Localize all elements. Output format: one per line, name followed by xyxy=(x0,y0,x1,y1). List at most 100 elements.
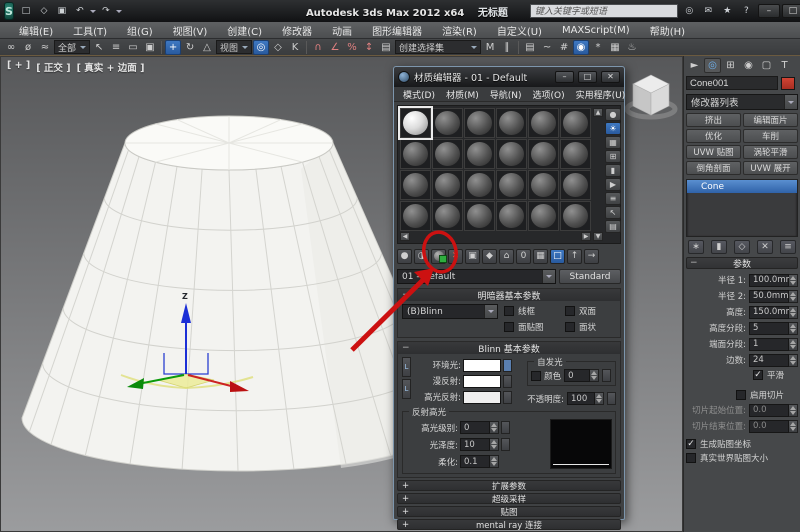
soften-spinner[interactable]: 0.1 xyxy=(460,455,499,468)
put-material-to-scene-icon[interactable]: ◑ xyxy=(414,248,429,264)
material-sample-slot[interactable] xyxy=(528,108,559,138)
material-sample-slot[interactable] xyxy=(496,108,527,138)
create-tab-icon[interactable]: ► xyxy=(686,58,703,73)
self-illum-map-button[interactable] xyxy=(602,369,612,382)
generate-mapping-coords-checkbox[interactable]: ✓ xyxy=(686,439,696,449)
dialog-minimize-button[interactable]: – xyxy=(555,71,574,83)
menu-edit[interactable]: 编辑(E) xyxy=(10,22,62,39)
uvw-map-button[interactable]: UVW 贴图 xyxy=(686,145,741,159)
diffuse-color-swatch[interactable] xyxy=(463,374,502,388)
edit-named-selection-sets-icon[interactable]: ▤ xyxy=(378,40,394,55)
select-by-material-icon[interactable]: ↖ xyxy=(605,206,621,219)
make-preview-icon[interactable]: ▶ xyxy=(605,178,621,191)
rendered-frame-window-icon[interactable]: ▦ xyxy=(607,40,623,55)
render-production-icon[interactable]: ♨ xyxy=(624,40,640,55)
make-unique-icon[interactable]: ◇ xyxy=(734,239,750,254)
material-sample-slot[interactable] xyxy=(400,170,431,200)
render-setup-icon[interactable]: * xyxy=(590,40,606,55)
use-pivot-center-icon[interactable]: ◎ xyxy=(253,39,270,55)
put-to-library-icon[interactable]: ⌂ xyxy=(499,248,514,264)
face-map-checkbox[interactable] xyxy=(504,322,514,332)
unlink-selection-icon[interactable]: ø xyxy=(20,40,36,55)
select-and-move-icon[interactable]: + xyxy=(165,39,182,55)
slice-from-spinner[interactable]: 0.0 xyxy=(749,403,798,417)
turbosmooth-button[interactable]: 涡轮平滑 xyxy=(743,145,798,159)
modify-tab-icon[interactable]: ◎ xyxy=(704,57,721,73)
viewport-menu-shading[interactable]: [ 真实 + 边面 ] xyxy=(77,60,145,74)
make-unique-icon[interactable]: ◆ xyxy=(482,248,497,264)
dialog-maximize-button[interactable]: □ xyxy=(578,71,597,83)
specular-color-swatch[interactable] xyxy=(463,390,502,404)
material-sample-slot[interactable] xyxy=(464,108,495,138)
menu-animation[interactable]: 动画 xyxy=(323,22,361,39)
display-tab-icon[interactable]: ▢ xyxy=(758,58,775,73)
scroll-left-icon[interactable]: ◀ xyxy=(400,232,410,241)
scroll-up-icon[interactable]: ▲ xyxy=(593,108,603,117)
menu-tools[interactable]: 工具(T) xyxy=(64,22,116,39)
mtl-menu-modes[interactable]: 模式(D) xyxy=(398,88,440,101)
object-color-swatch[interactable] xyxy=(781,76,795,90)
radius1-spinner[interactable]: 100.0mm xyxy=(749,273,798,287)
optimize-button[interactable]: 优化 xyxy=(686,129,741,143)
remove-modifier-icon[interactable]: ✕ xyxy=(757,239,773,254)
new-file-icon[interactable]: □ xyxy=(18,4,34,19)
sides-spinner[interactable]: 24 xyxy=(749,353,798,367)
percent-snap-icon[interactable]: % xyxy=(344,40,360,55)
mtl-menu-options[interactable]: 选项(O) xyxy=(528,88,570,101)
real-world-map-size-checkbox[interactable] xyxy=(686,453,696,463)
backlight-icon[interactable]: ☀ xyxy=(605,122,621,135)
mental-ray-rollout[interactable]: + mental ray 连接 xyxy=(397,519,621,531)
modifier-stack[interactable]: Cone xyxy=(686,179,798,237)
material-id-channel-icon[interactable]: 0 xyxy=(516,248,531,264)
material-sample-slot-selected[interactable] xyxy=(398,106,433,140)
angle-snap-icon[interactable]: ∠ xyxy=(327,40,343,55)
scroll-down-icon[interactable]: ▼ xyxy=(593,232,603,241)
material-map-navigator-icon[interactable]: ▤ xyxy=(605,220,621,233)
motion-tab-icon[interactable]: ◉ xyxy=(740,58,757,73)
shader-type-dropdown[interactable]: (B)Blinn xyxy=(402,304,498,319)
dialog-close-button[interactable]: ✕ xyxy=(601,71,620,83)
diffuse-map-button[interactable] xyxy=(503,374,513,388)
viewport-menu-general[interactable]: [ + ] xyxy=(7,60,30,74)
app-logo-button[interactable]: S xyxy=(4,2,14,20)
layer-manager-icon[interactable]: ▤ xyxy=(522,40,538,55)
viewport-menu-pov[interactable]: [ 正交 ] xyxy=(36,60,70,74)
chevron-down-icon[interactable] xyxy=(542,270,555,283)
video-color-check-icon[interactable]: ▮ xyxy=(605,164,621,177)
lock-ambient-diffuse-icon[interactable]: L xyxy=(402,357,411,377)
smooth-checkbox[interactable]: ✓ xyxy=(752,370,763,380)
material-sample-slot[interactable] xyxy=(528,201,559,231)
selection-region-icon[interactable]: ▭ xyxy=(125,40,141,55)
material-sample-slot[interactable] xyxy=(560,170,591,200)
select-and-scale-icon[interactable]: △ xyxy=(199,40,215,55)
material-sample-slot[interactable] xyxy=(496,170,527,200)
two-sided-checkbox[interactable] xyxy=(565,306,575,316)
keyboard-override-icon[interactable]: K xyxy=(287,40,303,55)
material-sample-slot[interactable] xyxy=(464,170,495,200)
glossiness-map-button[interactable] xyxy=(501,438,510,451)
blinn-rollout-header[interactable]: − Blinn 基本参数 xyxy=(398,342,620,355)
undo-dropdown-icon[interactable] xyxy=(89,9,96,16)
get-material-icon[interactable]: ● xyxy=(397,248,412,264)
mtl-menu-material[interactable]: 材质(M) xyxy=(441,88,484,101)
edit-patch-button[interactable]: 编辑面片 xyxy=(743,113,798,127)
bind-to-space-warp-icon[interactable]: ≈ xyxy=(37,40,53,55)
communication-center-icon[interactable]: ✉ xyxy=(701,4,716,18)
opacity-spinner[interactable]: 100 xyxy=(567,392,604,405)
named-selection-dropdown[interactable]: 创建选择集 xyxy=(395,40,482,54)
lock-diffuse-specular-icon[interactable]: L xyxy=(402,379,411,399)
modifier-list-dropdown[interactable]: 修改器列表 xyxy=(686,94,798,110)
configure-modifier-sets-icon[interactable]: ≡ xyxy=(780,239,796,254)
height-spinner[interactable]: 150.0mm xyxy=(749,305,798,319)
snaps-toggle-icon[interactable]: ∩ xyxy=(310,40,326,55)
material-sample-slot[interactable] xyxy=(560,201,591,231)
go-forward-to-sibling-icon[interactable]: → xyxy=(584,248,599,264)
hierarchy-tab-icon[interactable]: ⊞ xyxy=(722,58,739,73)
faceted-checkbox[interactable] xyxy=(565,322,575,332)
maximize-button[interactable]: □ xyxy=(781,4,800,18)
glossiness-spinner[interactable]: 10 xyxy=(460,438,499,451)
infocenter-search-input[interactable] xyxy=(529,4,678,18)
unwrap-uvw-button[interactable]: UVW 展开 xyxy=(743,161,798,175)
select-and-link-icon[interactable]: ∞ xyxy=(3,40,19,55)
maps-rollout[interactable]: + 贴图 xyxy=(397,506,621,518)
